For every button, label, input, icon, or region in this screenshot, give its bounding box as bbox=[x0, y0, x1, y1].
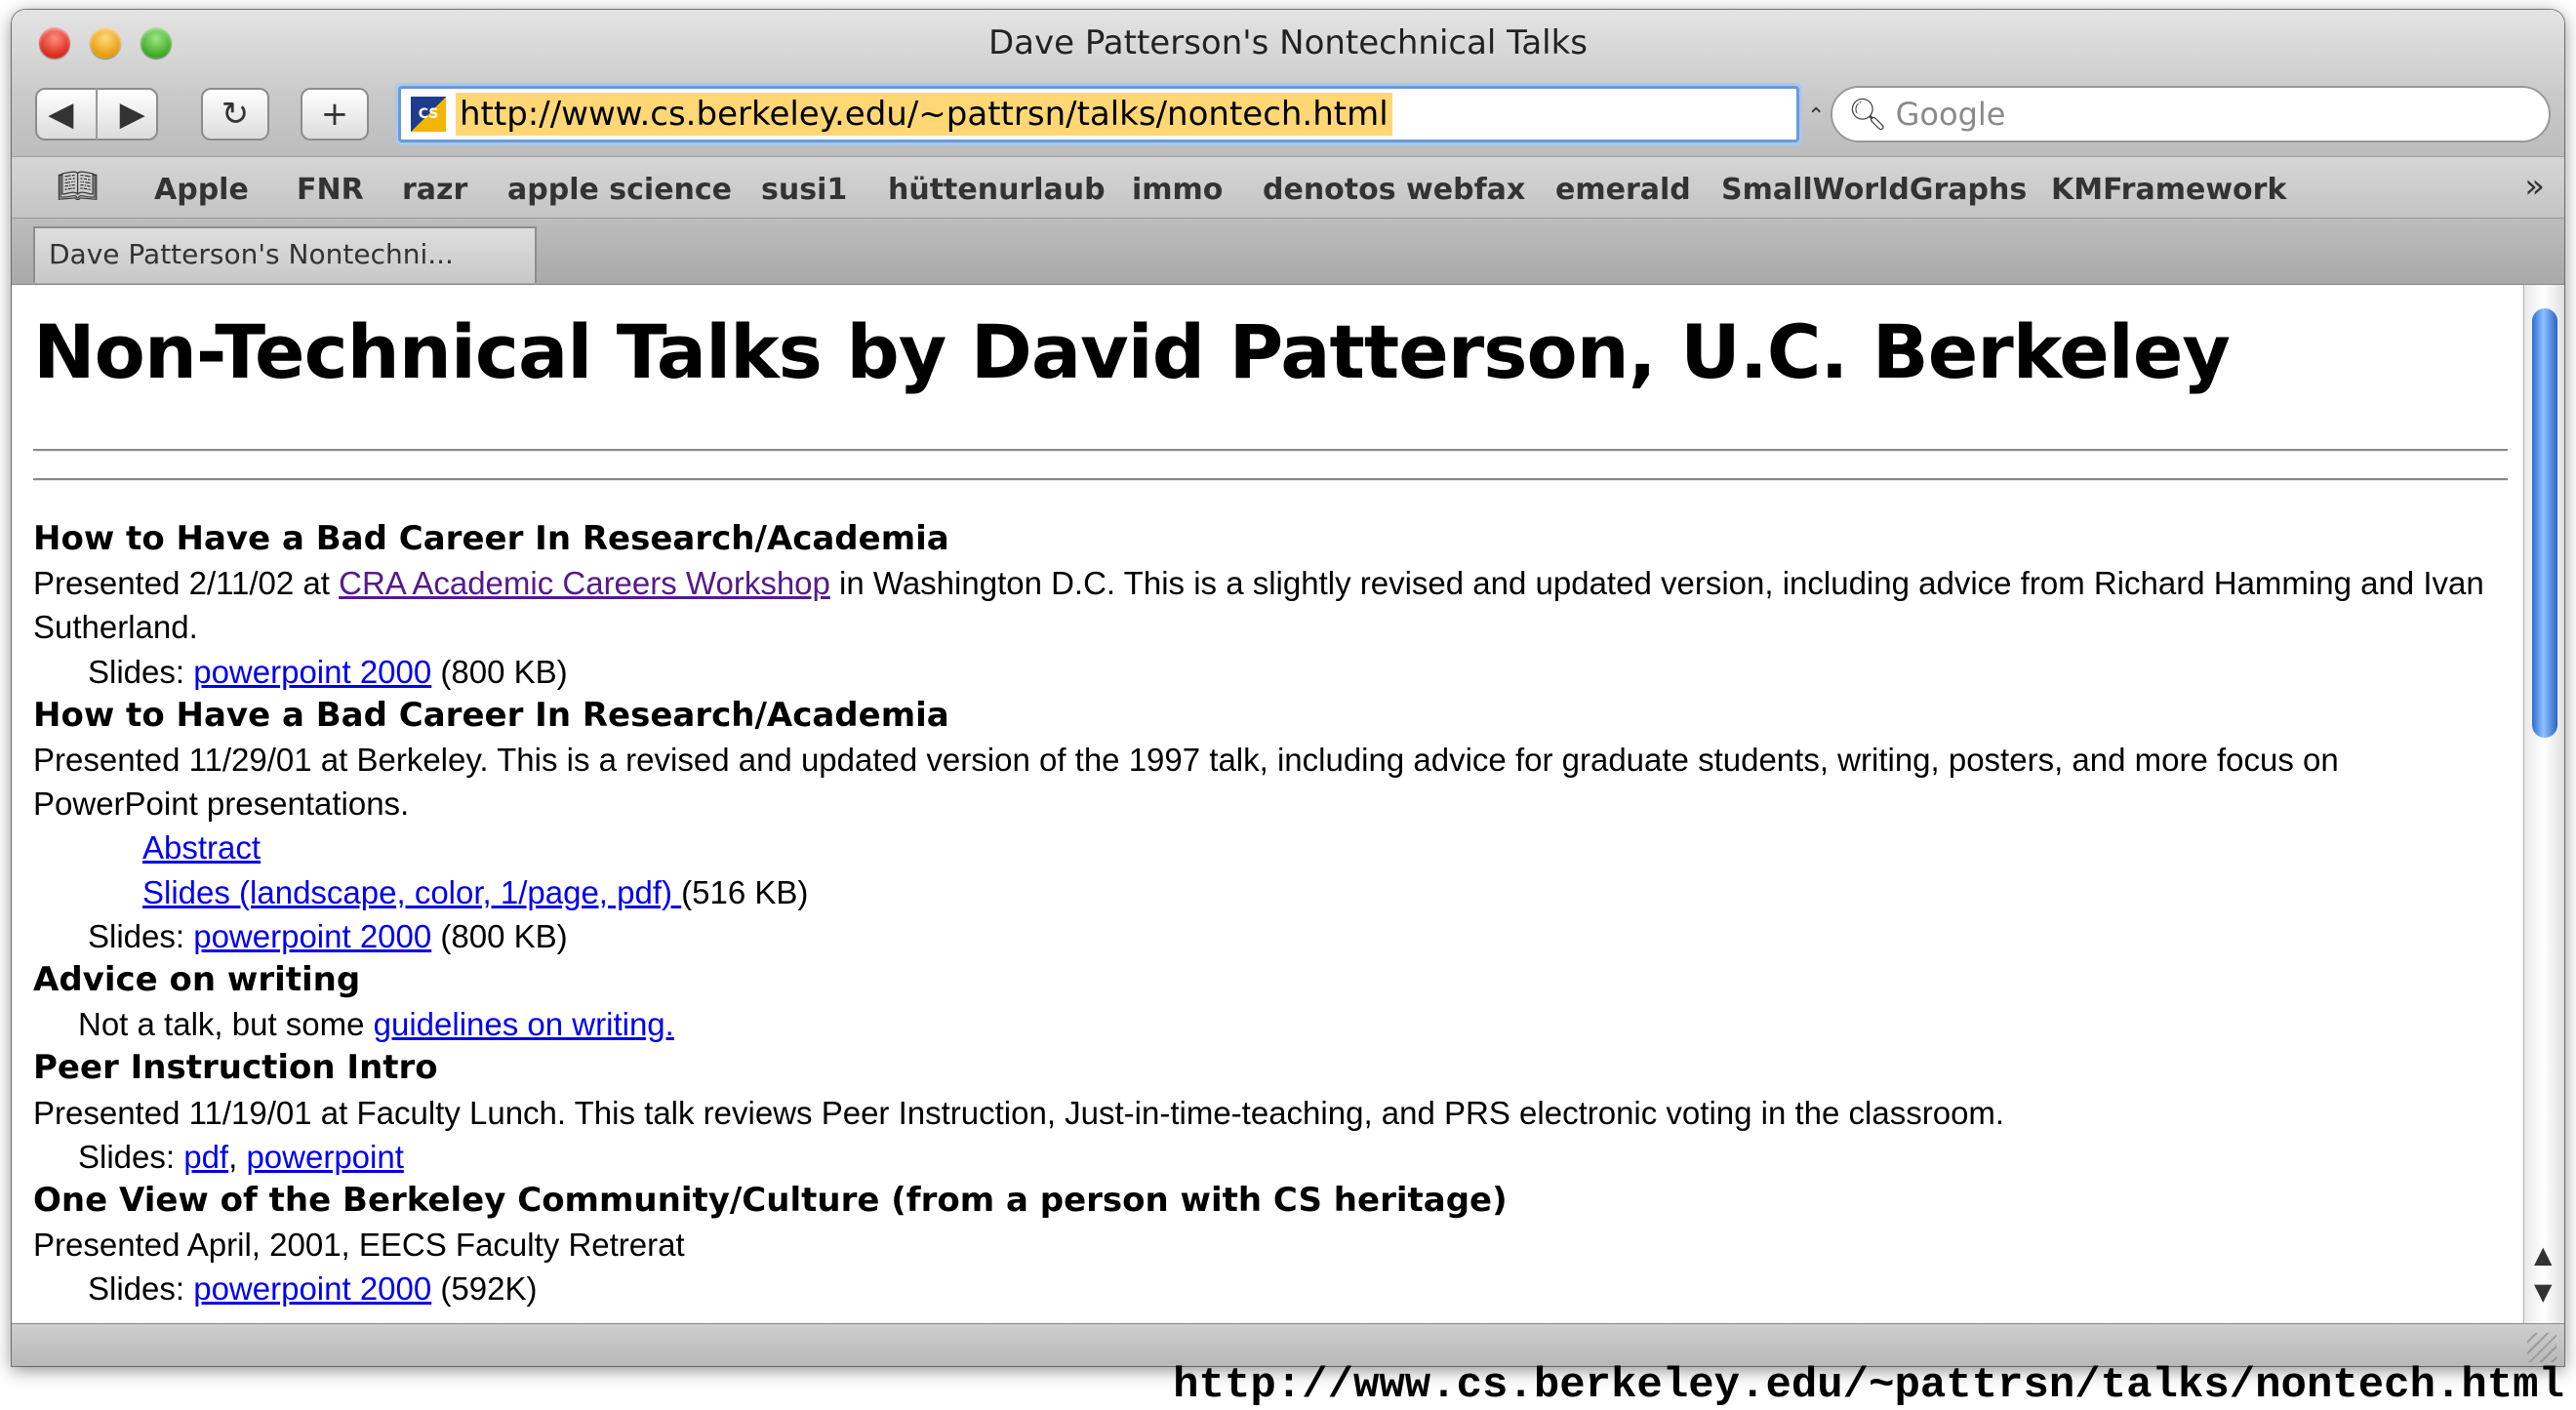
bookmark-smallworldgraphs[interactable]: SmallWorldGraphs bbox=[1721, 173, 2027, 207]
bookmark-susi1[interactable]: susi1 bbox=[761, 173, 847, 207]
talk-heading: Advice on writing bbox=[33, 960, 361, 1000]
window-title: Dave Patterson's Nontechnical Talks bbox=[987, 23, 1589, 62]
bookmark-apple[interactable]: Apple bbox=[154, 173, 249, 207]
url-caption: http://www.cs.berkeley.edu/~pattrsn/talk… bbox=[1173, 1361, 2564, 1410]
pdf-slides-link[interactable]: Slides (landscape, color, 1/page, pdf) bbox=[142, 874, 681, 910]
talk-description: Presented 11/29/01 at Berkeley. This is … bbox=[33, 742, 2339, 823]
bookmark-huettenurlaub[interactable]: hüttenurlaub bbox=[888, 173, 1106, 207]
search-placeholder: Google bbox=[1895, 96, 2006, 133]
talk-heading: Peer Instruction Intro bbox=[33, 1048, 438, 1088]
slides-label: Slides: bbox=[88, 917, 194, 954]
navigation-toolbar: ◀ ▶ ↻ + CS http://www.cs.berkeley.edu/~p… bbox=[12, 74, 2564, 156]
abstract-line: Abstract bbox=[33, 826, 2512, 869]
search-field[interactable]: 🔍︎ Google bbox=[1831, 86, 2551, 142]
site-favicon-icon: CS bbox=[411, 97, 446, 132]
bookmarks-book-icon[interactable]: 📖︎ bbox=[57, 167, 99, 206]
bookmark-razr[interactable]: razr bbox=[402, 173, 467, 207]
talks-list: How to Have a Bad Career In Research/Aca… bbox=[33, 517, 2512, 1311]
file-size: (592K) bbox=[431, 1270, 538, 1308]
file-size: (516 KB) bbox=[681, 873, 809, 910]
pdf-link[interactable]: pdf bbox=[183, 1139, 228, 1175]
abstract-link[interactable]: Abstract bbox=[142, 829, 261, 866]
reload-button[interactable]: ↻ bbox=[201, 88, 269, 141]
slides-line: Slides: powerpoint 2000 (800 KB) bbox=[33, 914, 2512, 958]
file-size: (800 KB) bbox=[431, 917, 568, 954]
bookmark-emerald[interactable]: emerald bbox=[1555, 173, 1691, 207]
talk-description: Presented 11/19/01 at Faculty Lunch. Thi… bbox=[33, 1094, 2005, 1131]
resize-grip-icon[interactable] bbox=[2527, 1333, 2556, 1362]
file-size: (800 KB) bbox=[431, 653, 568, 690]
browser-window: Dave Patterson's Nontechnical Talks ◀ ▶ … bbox=[12, 10, 2564, 1366]
slides-label: Slides: bbox=[78, 1138, 184, 1175]
powerpoint-2000-link[interactable]: powerpoint 2000 bbox=[193, 1270, 431, 1307]
scroll-down-arrow-icon[interactable]: ▼ bbox=[2534, 1278, 2552, 1306]
bookmark-kmframework[interactable]: KMFramework bbox=[2051, 173, 2286, 207]
plus-icon: + bbox=[320, 95, 349, 134]
talk-heading: How to Have a Bad Career In Research/Aca… bbox=[33, 695, 949, 735]
description-text: Presented 2/11/02 at bbox=[33, 565, 340, 602]
tab-current[interactable]: Dave Patterson's Nontechni... bbox=[33, 226, 537, 283]
title-bar: Dave Patterson's Nontechnical Talks bbox=[12, 10, 2564, 72]
bookmarks-bar: 📖︎ Apple FNR razr apple science susi1 hü… bbox=[12, 156, 2564, 219]
separator-text: , bbox=[228, 1138, 247, 1175]
forward-arrow-icon[interactable]: ▶ bbox=[120, 95, 145, 134]
bookmark-fnr[interactable]: FNR bbox=[297, 173, 364, 207]
status-bar bbox=[12, 1323, 2564, 1366]
talk-description: Presented April, 2001, EECS Faculty Retr… bbox=[33, 1227, 685, 1264]
horizontal-rule bbox=[33, 478, 2508, 481]
magnifier-icon[interactable]: 🔍︎ bbox=[1848, 96, 1888, 133]
page-content: Non-Technical Talks by David Patterson, … bbox=[12, 285, 2523, 1323]
pdf-slides-line: Slides (landscape, color, 1/page, pdf) (… bbox=[33, 870, 2512, 914]
writing-guidelines-link[interactable]: guidelines on writing. bbox=[374, 1006, 674, 1042]
description-text: Not a talk, but some bbox=[78, 1006, 374, 1043]
vertical-scrollbar[interactable]: ▲ ▼ bbox=[2523, 285, 2564, 1323]
talk-heading: How to Have a Bad Career In Research/Aca… bbox=[33, 519, 949, 558]
window-chrome: Dave Patterson's Nontechnical Talks ◀ ▶ … bbox=[12, 10, 2564, 156]
add-bookmark-button[interactable]: + bbox=[301, 88, 369, 141]
more-bookmarks-chevron-icon[interactable]: » bbox=[2524, 167, 2545, 206]
slides-label: Slides: bbox=[88, 653, 194, 690]
talk-heading: One View of the Berkeley Community/Cultu… bbox=[33, 1181, 1508, 1221]
back-arrow-icon[interactable]: ◀ bbox=[48, 95, 73, 134]
horizontal-rule bbox=[33, 449, 2508, 452]
reload-icon: ↻ bbox=[221, 95, 250, 134]
powerpoint-link[interactable]: powerpoint bbox=[246, 1139, 403, 1175]
address-field[interactable]: CS http://www.cs.berkeley.edu/~pattrsn/t… bbox=[398, 86, 1799, 142]
bookmark-denotos-webfax[interactable]: denotos webfax bbox=[1263, 173, 1525, 207]
powerpoint-2000-link[interactable]: powerpoint 2000 bbox=[193, 918, 431, 954]
bookmark-immo[interactable]: immo bbox=[1132, 173, 1223, 207]
tab-bar: Dave Patterson's Nontechni... bbox=[12, 219, 2564, 285]
slides-line: Slides: powerpoint 2000 (800 KB) bbox=[33, 650, 2512, 694]
page-title: Non-Technical Talks by David Patterson, … bbox=[33, 308, 2231, 395]
powerpoint-2000-link[interactable]: powerpoint 2000 bbox=[193, 654, 431, 690]
button-divider bbox=[96, 88, 98, 141]
scrollbar-thumb[interactable] bbox=[2532, 308, 2557, 738]
slides-line: Slides: powerpoint 2000 (592K) bbox=[33, 1267, 2512, 1310]
bookmark-apple-science[interactable]: apple science bbox=[507, 173, 732, 207]
slides-line: Slides: pdf, powerpoint bbox=[33, 1135, 2512, 1179]
slides-label: Slides: bbox=[88, 1270, 194, 1308]
talk-description: Presented 2/11/02 at CRA Academic Career… bbox=[33, 561, 2512, 649]
talk-description: Not a talk, but some guidelines on writi… bbox=[33, 1002, 2512, 1046]
snapback-icon[interactable]: ⌃ bbox=[1807, 103, 1825, 129]
back-forward-buttons: ◀ ▶ bbox=[35, 88, 158, 141]
address-value[interactable]: http://www.cs.berkeley.edu/~pattrsn/talk… bbox=[456, 93, 1392, 136]
scroll-up-arrow-icon[interactable]: ▲ bbox=[2534, 1241, 2552, 1269]
cra-workshop-link[interactable]: CRA Academic Careers Workshop bbox=[339, 565, 830, 601]
